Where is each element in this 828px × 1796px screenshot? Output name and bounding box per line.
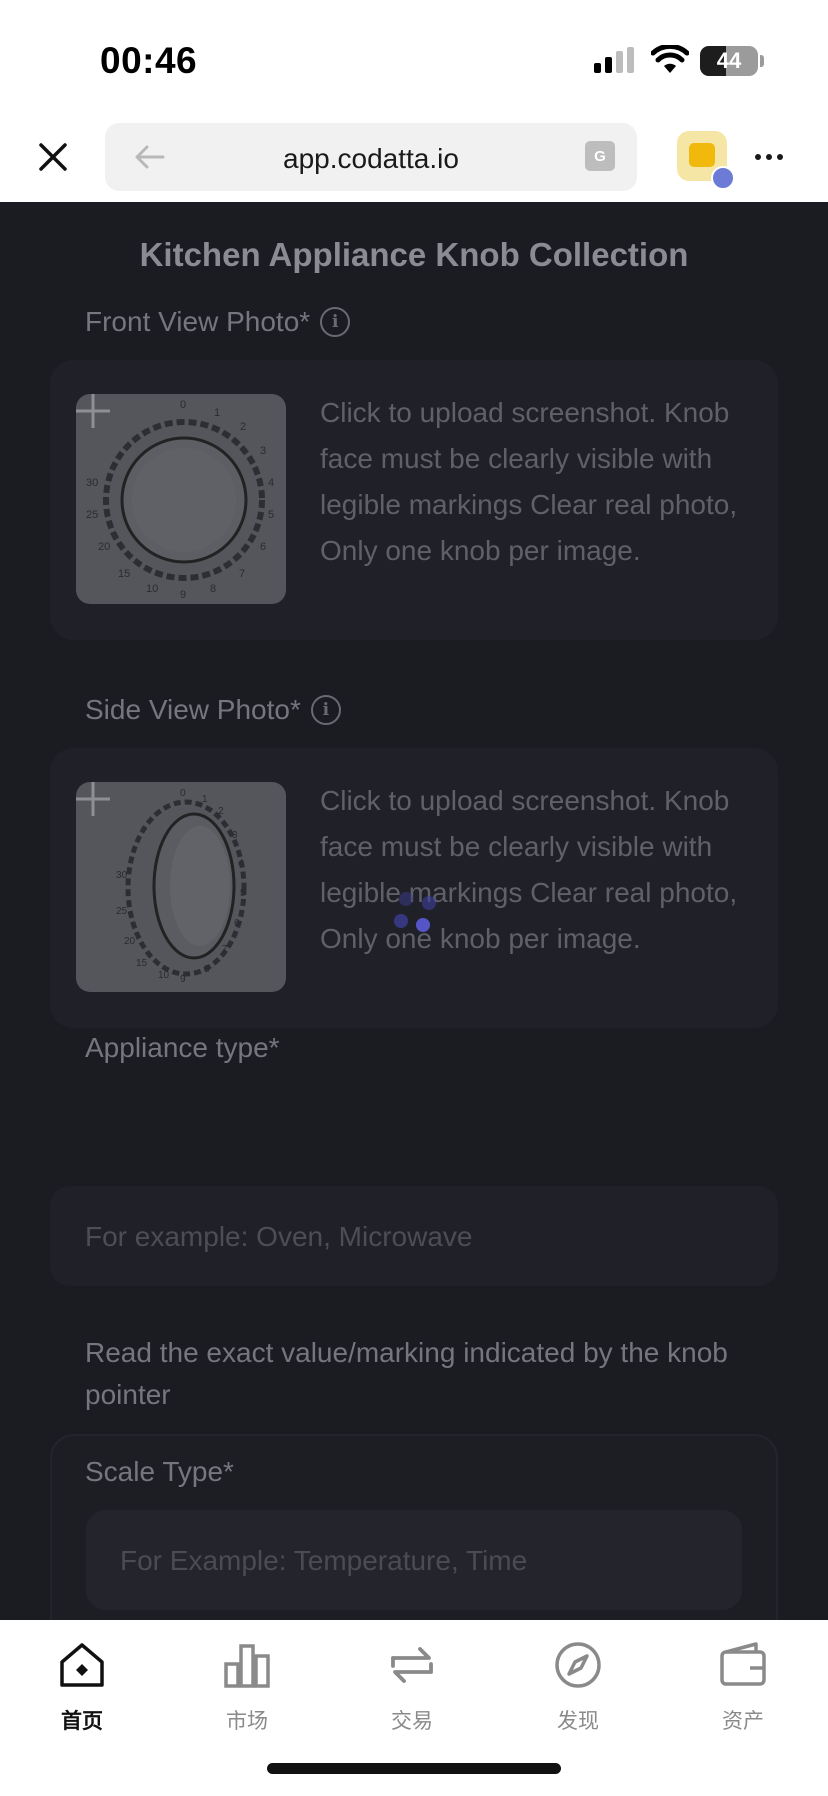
svg-text:6: 6: [260, 541, 266, 553]
more-dot: [777, 154, 783, 160]
svg-text:1: 1: [202, 794, 208, 805]
wallet-icon: [720, 1642, 766, 1686]
svg-text:10: 10: [158, 970, 170, 981]
plus-icon: [76, 782, 110, 816]
appliance-type-input[interactable]: For example: Oven, Microwave: [50, 1186, 778, 1286]
nav-discover[interactable]: 发现: [518, 1640, 638, 1735]
svg-text:8: 8: [210, 583, 216, 595]
scale-type-input[interactable]: For Example: Temperature, Time: [86, 1510, 742, 1610]
side-view-label-text: Side View Photo*: [85, 694, 301, 725]
home-icon: [60, 1643, 104, 1687]
close-icon: [39, 143, 67, 171]
plus-icon: [76, 394, 110, 428]
svg-text:5: 5: [240, 888, 246, 899]
front-view-label-text: Front View Photo*: [85, 306, 311, 337]
nav-home-label: 首页: [61, 1710, 103, 1733]
translate-icon[interactable]: G: [585, 141, 615, 171]
scale-type-placeholder: For Example: Temperature, Time: [120, 1545, 528, 1576]
nav-assets[interactable]: 资产: [683, 1640, 803, 1735]
svg-text:7: 7: [239, 568, 245, 580]
cellular-signal-icon: [594, 47, 634, 73]
svg-text:20: 20: [124, 936, 136, 947]
svg-text:5: 5: [268, 509, 274, 521]
wifi-icon: [651, 45, 689, 73]
appliance-type-label: Appliance type*: [85, 1032, 280, 1064]
home-indicator[interactable]: [267, 1763, 561, 1774]
info-icon[interactable]: i: [310, 695, 341, 725]
status-time: 00:46: [100, 40, 198, 81]
page-title: Kitchen Appliance Knob Collection: [139, 236, 689, 273]
svg-text:25: 25: [116, 906, 128, 917]
info-icon[interactable]: i: [320, 307, 351, 337]
svg-text:7: 7: [222, 944, 228, 955]
nav-trade-label: 交易: [391, 1710, 433, 1733]
swap-icon: [391, 1647, 433, 1683]
front-view-hint: Click to upload screenshot. Knob face mu…: [320, 397, 738, 566]
svg-text:3: 3: [260, 445, 266, 457]
battery-tip: [760, 55, 764, 67]
close-button[interactable]: [30, 134, 76, 180]
svg-text:1: 1: [214, 407, 220, 419]
more-dot: [766, 154, 772, 160]
nav-market[interactable]: 市场: [187, 1640, 307, 1735]
svg-text:15: 15: [136, 958, 148, 969]
front-view-sample-image: 0 1 2 3 4 5 6 7 8 9 10 15 20 25 30: [76, 394, 286, 604]
wallet-icon: [689, 143, 715, 167]
status-bar: 00:46 44: [0, 0, 828, 120]
svg-text:4: 4: [238, 858, 244, 869]
web-content: Kitchen Appliance Knob Collection Front …: [0, 202, 828, 1620]
svg-text:20: 20: [98, 541, 110, 553]
svg-text:4: 4: [268, 477, 274, 489]
appliance-type-placeholder: For example: Oven, Microwave: [85, 1221, 473, 1252]
side-view-sample-image: 0 1 2 3 4 5 6 7 8 9 10 15 20 25 30: [76, 782, 286, 992]
appliance-type-label-text: Appliance type*: [85, 1032, 280, 1063]
nav-market-label: 市场: [226, 1710, 268, 1733]
svg-text:0: 0: [180, 399, 186, 411]
wallet-button[interactable]: [677, 131, 735, 190]
more-button[interactable]: [752, 140, 786, 174]
svg-text:30: 30: [116, 870, 128, 881]
nav-assets-label: 资产: [722, 1710, 764, 1733]
svg-text:25: 25: [86, 509, 98, 521]
browser-toolbar: app.codatta.io G: [0, 120, 828, 202]
svg-text:30: 30: [86, 477, 98, 489]
front-view-upload[interactable]: 0 1 2 3 4 5 6 7 8 9 10 15 20 25 30 Click…: [50, 360, 778, 640]
compass-icon: [555, 1642, 601, 1688]
nav-discover-label: 发现: [557, 1710, 599, 1733]
svg-text:0: 0: [180, 788, 186, 799]
svg-text:2: 2: [240, 421, 246, 433]
svg-text:2: 2: [218, 806, 224, 817]
side-view-hint: Click to upload screenshot. Knob face mu…: [320, 785, 738, 954]
scale-type-label: Scale Type*: [85, 1456, 234, 1487]
svg-text:6: 6: [234, 918, 240, 929]
battery-icon: 44: [700, 46, 758, 76]
ethereum-network-icon: [711, 166, 735, 190]
side-view-label: Side View Photo* i: [85, 694, 341, 726]
front-view-label: Front View Photo* i: [85, 306, 351, 338]
url-text: app.codatta.io: [283, 143, 459, 174]
svg-text:9: 9: [180, 589, 186, 601]
address-bar[interactable]: app.codatta.io G: [105, 123, 637, 191]
knob-reading-instruction: Read the exact value/marking indicated b…: [85, 1337, 728, 1410]
more-dot: [755, 154, 761, 160]
chart-icon: [224, 1644, 270, 1688]
svg-text:3: 3: [232, 830, 238, 841]
nav-trade[interactable]: 交易: [352, 1640, 472, 1735]
battery-level: 44: [716, 48, 742, 73]
svg-text:15: 15: [118, 568, 130, 580]
svg-text:9: 9: [180, 974, 186, 985]
nav-home[interactable]: 首页: [22, 1640, 142, 1735]
svg-text:10: 10: [146, 583, 158, 595]
svg-text:8: 8: [204, 964, 210, 975]
loading-spinner-icon: [390, 886, 440, 936]
